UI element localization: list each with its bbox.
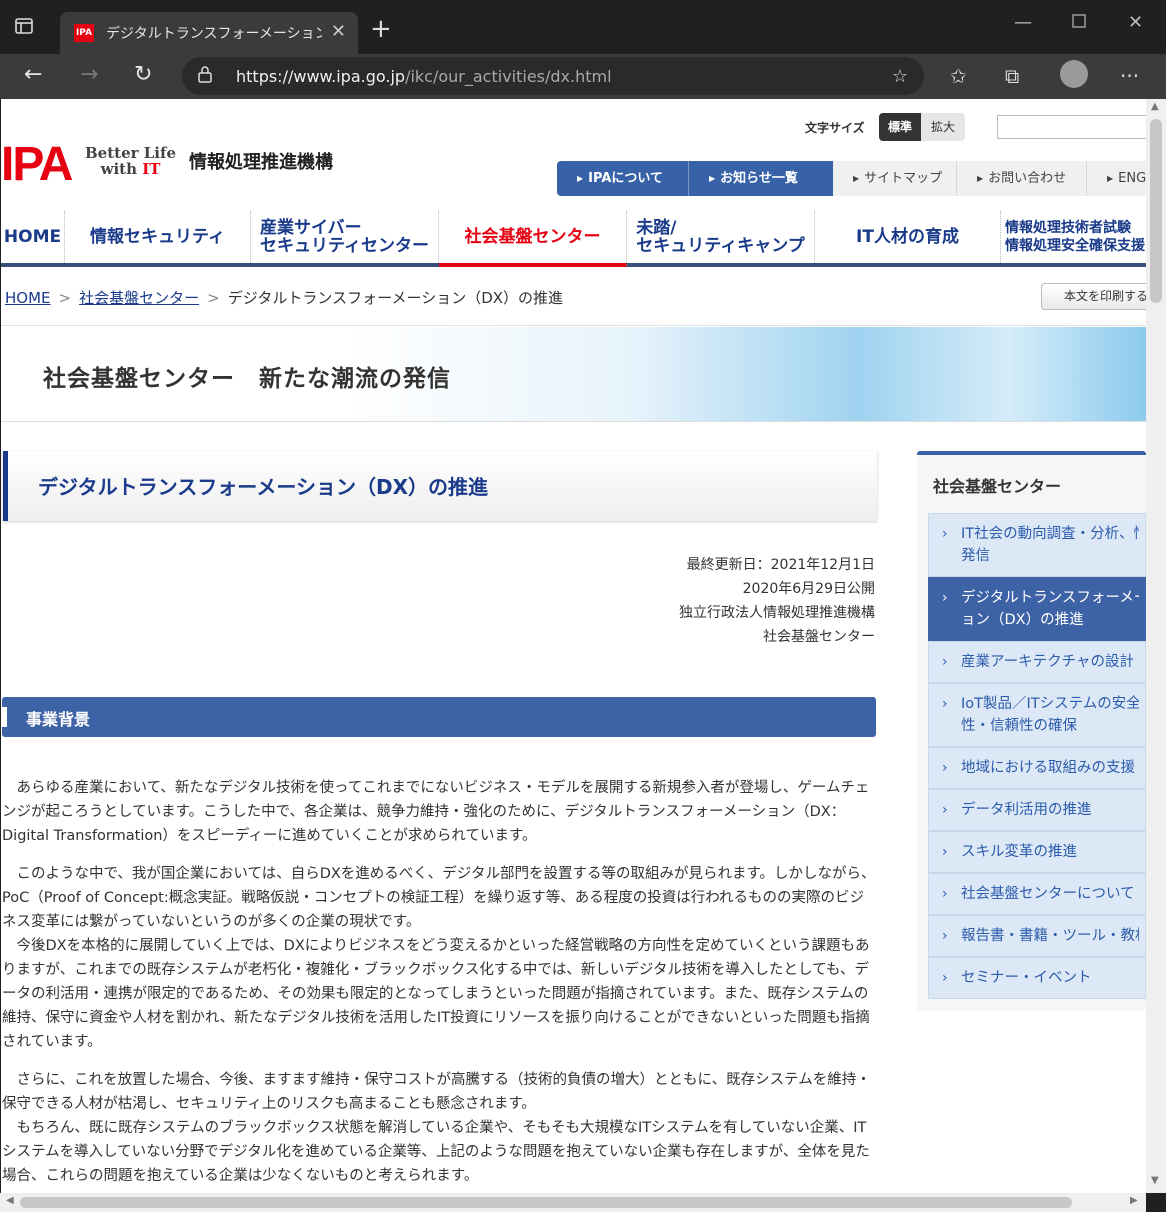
gnav-mitou-security-camp[interactable]: 未踏/セキュリティキャンプ	[627, 211, 815, 263]
collections-icon[interactable]: ⧉	[1005, 64, 1019, 88]
tagline-line2: with IT	[100, 160, 161, 178]
lock-icon[interactable]	[198, 65, 212, 87]
minimize-icon[interactable]: —	[1014, 12, 1032, 33]
meta-org: 独立行政法人情報処理推進機構	[679, 605, 875, 621]
side-nav-item-data-use[interactable]: データ利活用の推進	[928, 789, 1146, 831]
scroll-down-icon[interactable]: ▼	[1151, 1175, 1159, 1186]
utility-nav: ▶ IPAについて ▶ お知らせ一覧 ▶ サイトマップ ▶ お問い合わせ ▶ ENG	[557, 161, 1146, 196]
refresh-icon[interactable]: ↻	[134, 62, 152, 87]
chevron-right-icon: >	[207, 289, 220, 307]
gnav-cyber-security-center[interactable]: 産業サイバー セキュリティセンター	[251, 211, 439, 263]
url-path: /ikc/our_activities/dx.html	[405, 67, 612, 86]
tab-strip: IPA デジタルトランスフォーメーション（DX） ✕ + — ✕	[0, 0, 1166, 54]
more-icon[interactable]: ···	[1120, 64, 1139, 88]
ipa-logo[interactable]: IPA	[1, 137, 73, 192]
browser-toolbar: ← → ↻ https://www.ipa.go.jp/ikc/our_acti…	[0, 54, 1166, 99]
scroll-thumb[interactable]	[1150, 119, 1162, 303]
page-viewport: IPA Better Life with IT 情報処理推進機構 文字サイズ 標…	[1, 99, 1146, 1193]
forward-arrow-icon[interactable]: →	[80, 62, 98, 87]
divider	[1, 325, 1146, 326]
tab-actions-icon[interactable]	[14, 16, 48, 44]
tab-title: デジタルトランスフォーメーション（DX）	[106, 26, 322, 42]
gnav-home[interactable]: HOME	[1, 211, 65, 263]
chevron-right-icon: >	[58, 289, 72, 307]
site-search-input[interactable]	[997, 115, 1146, 139]
side-nav-item-iot-safety[interactable]: IoT製品／ITシステムの安全性・信頼性の確保	[928, 683, 1146, 747]
side-nav-item-dx[interactable]: デジタルトランスフォーメーョン（DX）の推進	[928, 577, 1146, 641]
paragraph: 今後DXを本格的に展開していく上では、DXによりビジネスをどう変えるかといった経…	[2, 938, 870, 1050]
side-nav-item-architecture[interactable]: 産業アーキテクチャの設計	[928, 641, 1146, 683]
page-title-box: デジタルトランスフォーメーション（DX）の推進	[3, 451, 877, 521]
page-meta: 最終更新日：2021年12月1日 2020年6月29日公開 独立行政法人情報処理…	[561, 553, 875, 649]
banner-title: 社会基盤センター 新たな潮流の発信	[43, 366, 451, 392]
side-nav-title: 社会基盤センター	[933, 477, 1062, 496]
url-text[interactable]: https://www.ipa.go.jp/ikc/our_activities…	[236, 67, 612, 86]
new-tab-button[interactable]: +	[370, 14, 392, 44]
side-nav-item-about-center[interactable]: 社会基盤センターについて	[928, 873, 1146, 915]
breadcrumb-home-link[interactable]: HOME	[5, 289, 51, 307]
avatar-icon[interactable]	[1060, 60, 1088, 88]
body-text: あらゆる産業において、新たなデジタル技術を使ってこれまでにないビジネス・モデルを…	[2, 776, 876, 1193]
scroll-left-icon[interactable]: ◀	[6, 1195, 14, 1206]
favicon: IPA	[74, 24, 94, 42]
paragraph: あらゆる産業において、新たなデジタル技術を使ってこれまでにないビジネス・モデルを…	[2, 780, 870, 844]
published-date: 2020年6月29日公開	[742, 581, 875, 597]
side-nav-item-seminars[interactable]: セミナー・イベント	[928, 957, 1146, 999]
browser-tab[interactable]: IPA デジタルトランスフォーメーション（DX） ✕	[60, 12, 358, 54]
scroll-thumb[interactable]	[20, 1197, 1072, 1208]
font-size-standard-button[interactable]: 標準	[879, 113, 921, 141]
global-nav: HOME 情報セキュリティ 産業サイバー セキュリティセンター 社会基盤センター …	[1, 211, 1146, 267]
tagline: Better Life with IT	[85, 145, 176, 177]
scroll-right-icon[interactable]: ▶	[1130, 1195, 1138, 1206]
url-host: https://www.ipa.go.jp	[236, 67, 406, 86]
util-nav-english[interactable]: ▶ ENG	[1087, 161, 1146, 196]
gnav-social-infrastructure-center[interactable]: 社会基盤センター	[439, 211, 627, 267]
side-nav-item-skill[interactable]: スキル変革の推進	[928, 831, 1146, 873]
breadcrumb: HOME > 社会基盤センター > デジタルトランスフォーメーション（DX）の推進	[5, 287, 563, 308]
side-nav-item-regional[interactable]: 地域における取組みの支援	[928, 747, 1146, 789]
close-window-icon[interactable]: ✕	[1128, 12, 1143, 33]
gnav-security[interactable]: 情報セキュリティ	[65, 211, 251, 263]
paragraph: このような中で、我が国企業においては、自らDXを進めるべく、デジタル部門を設置す…	[2, 866, 876, 930]
side-nav: 社会基盤センター IT社会の動向調査・分析、情発信 デジタルトランスフォーメーョ…	[917, 451, 1146, 1011]
updated-date: 最終更新日：2021年12月1日	[686, 557, 875, 573]
section-banner: 社会基盤センター 新たな潮流の発信	[1, 327, 1146, 422]
maximize-icon[interactable]	[1072, 12, 1086, 33]
print-button[interactable]: 本文を印刷する	[1041, 283, 1146, 310]
side-nav-item-reports[interactable]: 報告書・書籍・ツール・教材	[928, 915, 1146, 957]
util-nav-sitemap[interactable]: ▶ サイトマップ	[833, 161, 957, 196]
util-nav-about[interactable]: ▶ IPAについて	[557, 161, 689, 196]
address-bar[interactable]: https://www.ipa.go.jp/ikc/our_activities…	[182, 57, 924, 95]
font-size-label: 文字サイズ	[805, 121, 865, 135]
gnav-exam[interactable]: 情報処理技術者試験 情報処理安全確保支援	[1001, 211, 1146, 263]
util-nav-news[interactable]: ▶ お知らせ一覧	[689, 161, 833, 196]
star-add-icon[interactable]: ☆	[892, 66, 908, 87]
back-arrow-icon[interactable]: ←	[24, 62, 42, 87]
breadcrumb-current: デジタルトランスフォーメーション（DX）の推進	[227, 289, 564, 307]
scroll-up-icon[interactable]: ▲	[1151, 101, 1159, 112]
meta-dept: 社会基盤センター	[763, 629, 875, 645]
side-nav-item-trend-analysis[interactable]: IT社会の動向調査・分析、情発信	[928, 513, 1146, 577]
org-name: 情報処理推進機構	[189, 152, 333, 173]
paragraph: もちろん、既に既存システムのブラックボックス状態を解消している企業や、そもそも大…	[2, 1120, 870, 1184]
horizontal-scrollbar[interactable]: ◀ ▶	[0, 1193, 1146, 1212]
section-heading: 事業背景	[2, 697, 876, 737]
vertical-scrollbar[interactable]: ▲ ▼	[1146, 99, 1166, 1193]
favorites-icon[interactable]: ✩	[950, 64, 967, 88]
breadcrumb-section-link[interactable]: 社会基盤センター	[79, 289, 199, 307]
font-size-large-button[interactable]: 拡大	[921, 113, 965, 141]
close-icon[interactable]: ✕	[331, 21, 346, 42]
paragraph: さらに、これを放置した場合、今後、ますます維持・保守コストが高騰する（技術的負債…	[2, 1072, 871, 1112]
page-title: デジタルトランスフォーメーション（DX）の推進	[38, 475, 489, 499]
tagline-line1: Better Life	[85, 144, 176, 162]
util-nav-contact[interactable]: ▶ お問い合わせ	[957, 161, 1087, 196]
browser-window: IPA デジタルトランスフォーメーション（DX） ✕ + — ✕ ← → ↻ h…	[0, 0, 1166, 1212]
gnav-it-talent[interactable]: IT人材の育成	[815, 211, 1001, 263]
